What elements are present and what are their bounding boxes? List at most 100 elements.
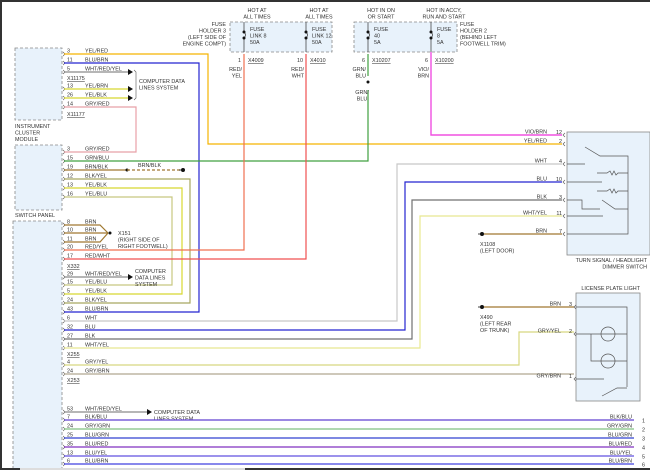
wire-label: VIO/BRN (525, 130, 547, 136)
connector-pin-icon (562, 179, 566, 185)
pin-number: 1 (238, 58, 241, 64)
fuse-label: LINK 12 (312, 34, 331, 40)
right-edge-wire-label: BLU/YEL (610, 451, 632, 457)
hot-label: HOT IN ACCY, (426, 8, 462, 14)
ground-icon (181, 168, 185, 172)
right-edge-number: 4 (642, 446, 645, 452)
wire-label: BRN (536, 229, 547, 235)
right-edge-number: 5 (642, 455, 645, 461)
pin-number: 3 (559, 195, 562, 201)
splice-location: RIGHT FOOTWELL) (118, 244, 168, 250)
hot-label: RUN AND START (423, 15, 467, 21)
wire (64, 53, 562, 145)
fuse-label: 50A (250, 40, 260, 46)
fuse-label: FUSE (374, 27, 389, 33)
fuse-label: FUSE (437, 27, 452, 33)
fuse-holder-label: FUSE (212, 22, 227, 28)
wire-label: BLU (357, 97, 368, 103)
fuse-label: FUSE (312, 27, 327, 33)
hot-label: HOT AT (248, 8, 268, 14)
instrument-cluster-label: MODULE (15, 137, 38, 143)
fuse-label: 5A (437, 40, 444, 46)
wire-label: VIO/ (418, 67, 429, 73)
splice-dot (108, 231, 112, 235)
fuse-label: 50A (312, 40, 322, 46)
connector-id: X253 (67, 378, 80, 384)
connector-id: X332 (67, 264, 80, 270)
ground-location: (LEFT DOOR) (480, 249, 515, 255)
wire (430, 52, 562, 136)
connector-pin-icon (562, 231, 566, 237)
wire-label: BLU (537, 177, 548, 183)
fuse-terminal (242, 36, 246, 40)
fuse-label: FUSE (250, 27, 265, 33)
right-edge-number: 2 (642, 428, 645, 434)
pin-number: 1 (569, 374, 572, 380)
wire-label: RED/ (229, 67, 242, 73)
wire-label: BRN (550, 302, 561, 308)
fuse-label: 40 (374, 34, 380, 40)
fuse-holder-label: (BEHIND LEFT (460, 35, 498, 41)
splice-id: X151 (118, 231, 131, 237)
connector-pin-icon (562, 161, 566, 167)
instrument-cluster-label: CLUSTER (15, 131, 40, 137)
hot-label: ALL TIMES (305, 15, 333, 21)
fuse-holder-label: FUSE (460, 22, 475, 28)
wire-label: WHT (535, 159, 548, 165)
pin-number: 2 (569, 329, 572, 335)
switch-panel-lower-box (12, 220, 63, 470)
wire (64, 181, 562, 331)
pin-number: 6 (362, 58, 365, 64)
data-lines-label: SYSTEM (135, 282, 158, 288)
wire (64, 90, 369, 162)
arrow-icon (128, 69, 133, 75)
wiring-diagram: INSTRUMENT CLUSTER MODULE SWITCH PANEL 3 YEL/… (0, 0, 650, 470)
turn-signal-switch-box (566, 131, 650, 256)
data-lines-label: COMPUTER DATA (139, 79, 185, 85)
arrow-icon (128, 274, 133, 280)
fuse-holder-label: ENGINE COMPT) (183, 42, 227, 48)
fuse-label: LINK 8 (250, 34, 266, 40)
license-plate-light-box (575, 292, 641, 402)
fuse-terminal (429, 36, 433, 40)
fuse-terminal (304, 30, 308, 34)
connector-id: X255 (67, 352, 80, 358)
fuse-holder-label: HOLDER 2 (460, 29, 487, 35)
wire-label: GRY/BRN (537, 374, 562, 380)
wire-label: BRN/BLK (138, 163, 161, 169)
wire-label: GRN/ (355, 90, 369, 96)
component-label: TURN SIGNAL / HEADLIGHT (576, 258, 648, 264)
wire-label: GRN/ (353, 67, 367, 73)
data-lines-label: COMPUTER (135, 269, 166, 275)
wire-label: YEL (232, 74, 242, 80)
pin-number: 3 (569, 302, 572, 308)
fuse-terminal (304, 36, 308, 40)
wire-label: GRY/YEL (538, 329, 561, 335)
bracket (133, 69, 137, 101)
ground-id: X490 (480, 315, 493, 321)
splice-dot (366, 80, 370, 84)
pin-number: 2 (559, 139, 562, 145)
connector-id: X10200 (435, 58, 454, 64)
wiring-diagram-canvas: INSTRUMENTCLUSTERMODULE SWITCH PANEL 3 YEL/… (2, 8, 650, 470)
fuse-label: 8 (437, 34, 440, 40)
right-edge-wire-label: BLU/BRN (609, 459, 632, 465)
connector-pin-icon (562, 132, 566, 138)
wire-label: BLK (537, 195, 548, 201)
right-edge-wire-label: BLU/GRN (608, 433, 632, 439)
wire-label: WHT/YEL (523, 211, 547, 217)
connector-id: X11177 (67, 112, 85, 118)
hot-label: OR START (368, 15, 395, 21)
right-edge-number: 1 (642, 419, 645, 425)
right-edge-wire-label: GRY/GRN (607, 424, 632, 430)
instrument-cluster-box (14, 47, 63, 121)
splice-location: (RIGHT SIDE OF (118, 238, 160, 244)
instrument-cluster-label: INSTRUMENT (15, 124, 51, 130)
wire-label: BLU (356, 74, 367, 80)
data-lines-label: COMPUTER DATA (154, 410, 200, 416)
arrow-icon (128, 86, 133, 92)
right-edge-wire-label: BLU/RED (609, 442, 632, 448)
connector-pin-icon (562, 213, 566, 219)
fuse-terminal (366, 30, 370, 34)
connector-pin-icon (562, 197, 566, 203)
